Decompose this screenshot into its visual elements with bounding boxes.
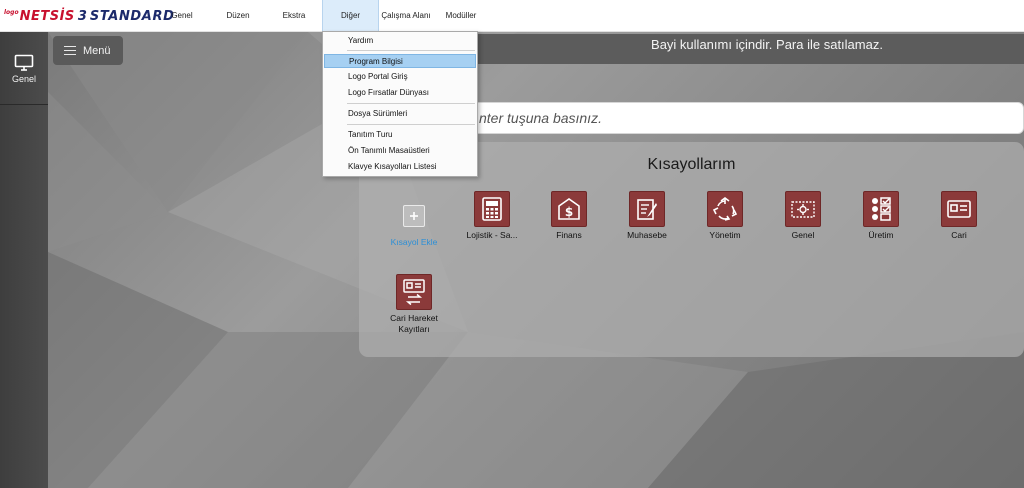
menu-ekstra[interactable]: Ekstra — [276, 0, 312, 31]
shortcut-label: Genel — [791, 230, 815, 240]
diger-dropdown-menu: Yardım Program Bilgisi Logo Portal Giriş… — [322, 31, 478, 177]
menu-item-klavye-kisayollari[interactable]: Klavye Kısayolları Listesi — [324, 160, 476, 174]
menu-genel[interactable]: Genel — [164, 0, 200, 31]
shortcut-muhasebe[interactable]: Muhasebe — [608, 191, 686, 241]
ledger-icon — [629, 191, 665, 227]
hamburger-icon — [64, 43, 76, 58]
logo-edition: STANDARD — [89, 9, 175, 24]
shortcut-lojistik[interactable]: Lojistik - Sa... — [453, 191, 531, 241]
sidebar-divider — [0, 104, 48, 105]
settings-card-icon — [785, 191, 821, 227]
top-menu-bar: logo NETSİS 3 STANDARD Genel Düzen Ekstr… — [0, 0, 1024, 32]
left-sidebar: Genel — [0, 32, 48, 488]
menu-item-logo-portal-giris[interactable]: Logo Portal Giriş — [324, 70, 476, 84]
shortcut-uretim[interactable]: Üretim — [842, 191, 920, 241]
shortcut-yonetim[interactable]: Yönetim — [686, 191, 764, 241]
shortcut-genel[interactable]: Genel — [764, 191, 842, 241]
id-card-icon — [941, 191, 977, 227]
menu-item-yardim[interactable]: Yardım — [324, 34, 476, 48]
plus-icon — [403, 205, 425, 227]
shortcut-label: Yönetim — [709, 230, 741, 240]
menu-separator — [347, 50, 475, 51]
menu-diger[interactable]: Diğer — [322, 0, 379, 31]
menu-duzen[interactable]: Düzen — [220, 0, 256, 31]
menu-item-dosya-surumleri[interactable]: Dosya Sürümleri — [324, 107, 476, 121]
menu-moduller[interactable]: Modüller — [442, 0, 480, 31]
menu-separator — [347, 103, 475, 104]
search-input[interactable]: nter tuşuna basınız. — [470, 102, 1024, 134]
netsis-logo: logo NETSİS 3 STANDARD — [4, 8, 174, 24]
shortcut-label: Lojistik - Sa... — [466, 230, 518, 240]
calculator-icon — [474, 191, 510, 227]
menu-button[interactable]: Menü — [53, 36, 123, 65]
monitor-icon — [14, 54, 34, 71]
sidebar-item-genel[interactable]: Genel — [0, 42, 48, 102]
shortcut-label: Cari — [951, 230, 967, 240]
shortcut-label: Cari Hareket Kayıtları — [390, 313, 438, 334]
recycle-icon — [707, 191, 743, 227]
shortcut-cari[interactable]: Cari — [920, 191, 998, 241]
menu-item-tanitim-turu[interactable]: Tanıtım Turu — [324, 128, 476, 142]
menu-separator — [347, 124, 475, 125]
logo-prefix: logo — [4, 9, 19, 16]
menu-item-program-bilgisi[interactable]: Program Bilgisi — [324, 54, 476, 68]
svg-text:$: $ — [565, 205, 573, 219]
shortcut-label: Muhasebe — [627, 230, 667, 240]
add-shortcut-label: Kısayol Ekle — [390, 237, 438, 247]
menu-calisma-alani[interactable]: Çalışma Alanı — [381, 0, 431, 31]
sidebar-item-label: Genel — [11, 74, 37, 84]
menu-item-logo-firsatlar[interactable]: Logo Fırsatlar Dünyası — [324, 86, 476, 100]
logo-number: 3 — [77, 9, 87, 24]
bank-dollar-icon: $ — [551, 191, 587, 227]
shortcut-label: Üretim — [868, 230, 894, 240]
card-transfer-icon — [396, 274, 432, 310]
logo-main: NETSİS — [19, 9, 75, 24]
checklist-icon — [863, 191, 899, 227]
license-banner: Bayi kullanımı içindir. Para ile satılam… — [470, 34, 1024, 64]
shortcut-cari-hareket[interactable]: Cari Hareket Kayıtları — [375, 274, 453, 335]
menu-button-label: Menü — [83, 44, 111, 57]
menu-item-on-tanimli-masaustleri[interactable]: Ön Tanımlı Masaüstleri — [324, 144, 476, 158]
shortcut-label: Finans — [556, 230, 582, 240]
add-shortcut-button[interactable]: Kısayol Ekle — [375, 198, 453, 248]
shortcut-finans[interactable]: $ Finans — [530, 191, 608, 241]
